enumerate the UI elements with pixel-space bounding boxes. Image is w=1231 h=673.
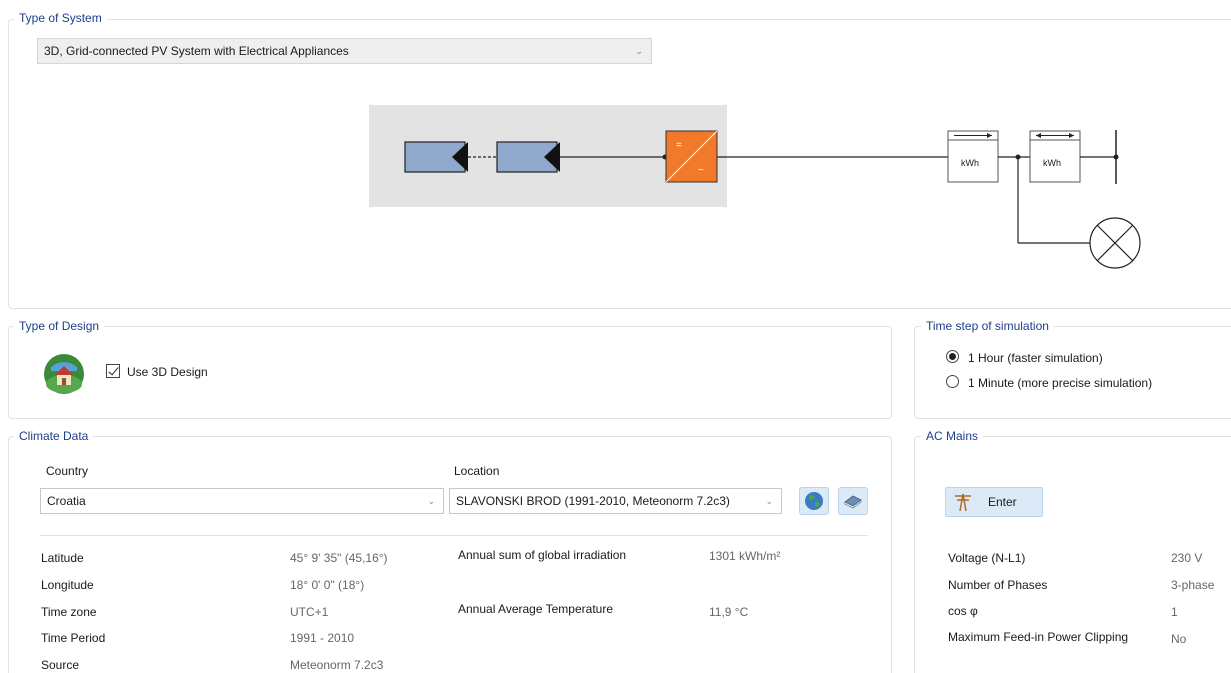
time-period-value: 1991 - 2010 [290,631,355,645]
climate-separator [40,535,868,536]
ac-mains-title: AC Mains [921,429,984,443]
type-of-design-title: Type of Design [14,319,105,333]
latitude-label: Latitude [41,551,84,565]
voltage-value: 230 V [1171,551,1203,565]
location-select[interactable]: SLAVONSKI BROD (1991-2010, Meteonorm 7.2… [449,488,782,514]
country-value: Croatia [47,494,86,508]
radio-1-minute[interactable] [946,375,959,388]
use-3d-design-label: Use 3D Design [127,365,208,379]
house-globe-icon [44,354,84,394]
country-label: Country [46,464,89,478]
cos-phi-label: cos φ [948,604,978,618]
system-type-value: 3D, Grid-connected PV System with Electr… [44,44,349,58]
globe-icon [805,492,823,510]
power-pylon-icon [955,493,971,512]
country-select[interactable]: Croatia ⌄ [40,488,444,514]
inverter-icon: = ~ [665,130,718,183]
time-step-title: Time step of simulation [921,319,1054,333]
inverter-ac-symbol: ~ [698,165,704,176]
radio-1-hour-label: 1 Hour (faster simulation) [968,351,1103,365]
time-step-group [914,326,1231,419]
book-icon [844,495,862,509]
number-of-phases-label: Number of Phases [948,578,1048,592]
climate-data-title: Climate Data [14,429,94,443]
source-value: Meteonorm 7.2c3 [290,658,384,672]
average-temperature-label: Annual Average Temperature [458,602,613,616]
consumption-meter-icon: kWh [1029,130,1081,183]
system-diagram: = ~ kWh kWh [369,105,1141,269]
cos-phi-value: 1 [1171,605,1178,619]
radio-1-minute-label: 1 Minute (more precise simulation) [968,376,1153,390]
average-temperature-value: 11,9 °C [709,605,749,619]
voltage-label: Voltage (N-L1) [948,551,1026,565]
time-zone-value: UTC+1 [290,605,329,619]
feed-in-clipping-value: No [1171,632,1187,646]
meter2-label: kWh [1043,158,1061,168]
source-label: Source [41,658,80,672]
chevron-down-icon: ⌄ [427,496,435,506]
time-period-label: Time Period [41,631,106,645]
global-irradiation-label: Annual sum of global irradiation [458,548,627,562]
pv-module-icon [496,141,560,173]
latitude-value: 45° 9' 35" (45,16°) [290,551,388,565]
feed-in-clipping-label: Maximum Feed-in Power Clipping [948,630,1129,644]
system-type-select[interactable]: 3D, Grid-connected PV System with Electr… [37,38,652,64]
location-value: SLAVONSKI BROD (1991-2010, Meteonorm 7.2… [456,494,730,508]
pv-module-icon [404,141,468,173]
enter-label: Enter [988,495,1017,509]
time-zone-label: Time zone [41,605,97,619]
feed-in-meter-icon: kWh [947,130,999,183]
longitude-value: 18° 0' 0" (18°) [290,578,365,592]
number-of-phases-value: 3-phase [1171,578,1215,592]
use-3d-design-checkbox[interactable] [106,364,120,378]
chevron-down-icon: ⌄ [765,496,773,506]
radio-1-hour[interactable] [946,350,959,363]
global-irradiation-value: 1301 kWh/m² [709,549,781,563]
longitude-label: Longitude [41,578,94,592]
ac-mains-enter-button[interactable]: Enter [945,487,1043,517]
chevron-down-icon: ⌄ [635,46,643,56]
type-of-system-title: Type of System [14,11,107,25]
appliance-lamp-icon [1089,217,1141,269]
inverter-dc-symbol: = [676,140,682,151]
globe-map-button[interactable] [799,487,829,515]
climate-data-book-button[interactable] [838,487,868,515]
location-label: Location [454,464,500,478]
meter1-label: kWh [961,158,979,168]
